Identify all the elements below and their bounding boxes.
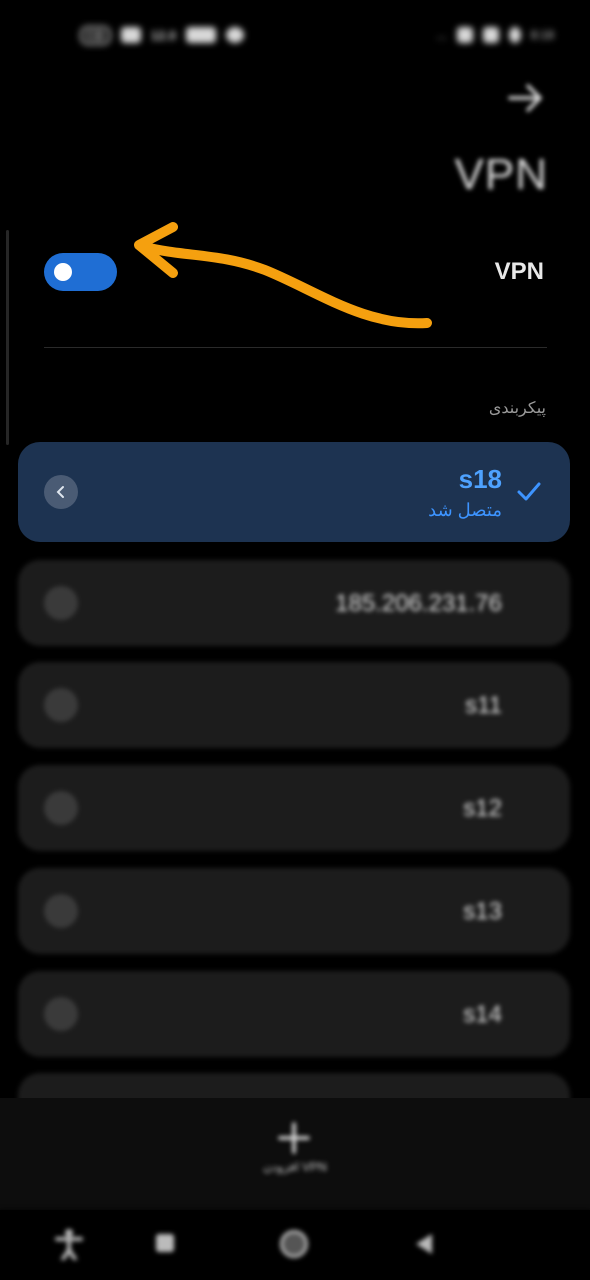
navigation-bar [0,1210,590,1280]
dual-sim-icon [186,27,217,43]
chevron-left-icon[interactable] [44,688,78,722]
vpn-profile-item[interactable]: 185.206.231.76 [18,560,570,646]
signal-1-icon [456,27,473,43]
vpn-toggle[interactable] [44,253,117,291]
chevron-left-icon[interactable] [44,475,78,509]
vpn-profile-active[interactable]: s18 متصل شد [18,442,570,542]
more-indicator: ... [436,28,447,42]
carrier-indicator: CD [80,25,111,45]
settings-icon [226,27,245,43]
profile-name: s11 [465,692,502,719]
profile-name: s18 [458,464,502,494]
network-speed: 12.0 [150,27,177,43]
vpn-profile-item[interactable]: s14 [18,971,570,1057]
divider [44,347,547,348]
status-right-group: ... 8:18 [437,24,554,46]
status-left-group: CD 12.0 [80,24,245,46]
toggle-knob [54,263,72,281]
back-icon[interactable] [412,1232,434,1256]
profile-name: s14 [463,1001,502,1028]
accessibility-icon[interactable] [54,1228,84,1260]
wifi-icon [120,27,141,43]
profile-name: s13 [463,898,502,925]
vpn-profile-item[interactable]: s11 [18,662,570,748]
chevron-left-icon[interactable] [44,894,78,928]
home-icon[interactable] [280,1230,308,1258]
status-bar: CD 12.0 ... 8:18 [0,0,590,70]
chevron-left-icon[interactable] [44,997,78,1031]
page-title: VPN [454,150,548,199]
recents-icon[interactable] [156,1234,174,1252]
profile-name: 185.206.231.76 [335,590,502,617]
plus-icon[interactable] [276,1120,312,1156]
vpn-toggle-label: VPN [494,258,544,285]
section-label: پیکربندی [488,400,546,417]
vpn-profile-item[interactable]: s13 [18,868,570,954]
chevron-left-icon[interactable] [44,791,78,825]
scroll-indicator [6,230,9,445]
profile-status: متصل شد [428,500,502,520]
chevron-left-icon[interactable] [44,586,78,620]
vpn-profile-item[interactable]: s12 [18,765,570,851]
clock: 8:18 [530,28,554,42]
signal-2-icon [482,27,499,43]
arrow-right-icon[interactable] [506,80,546,116]
add-vpn-label[interactable]: افزودن VPN [0,1160,590,1174]
annotation-arrow [134,222,432,329]
check-icon [517,482,541,501]
profile-name: s12 [463,795,502,822]
battery-icon [508,27,521,43]
